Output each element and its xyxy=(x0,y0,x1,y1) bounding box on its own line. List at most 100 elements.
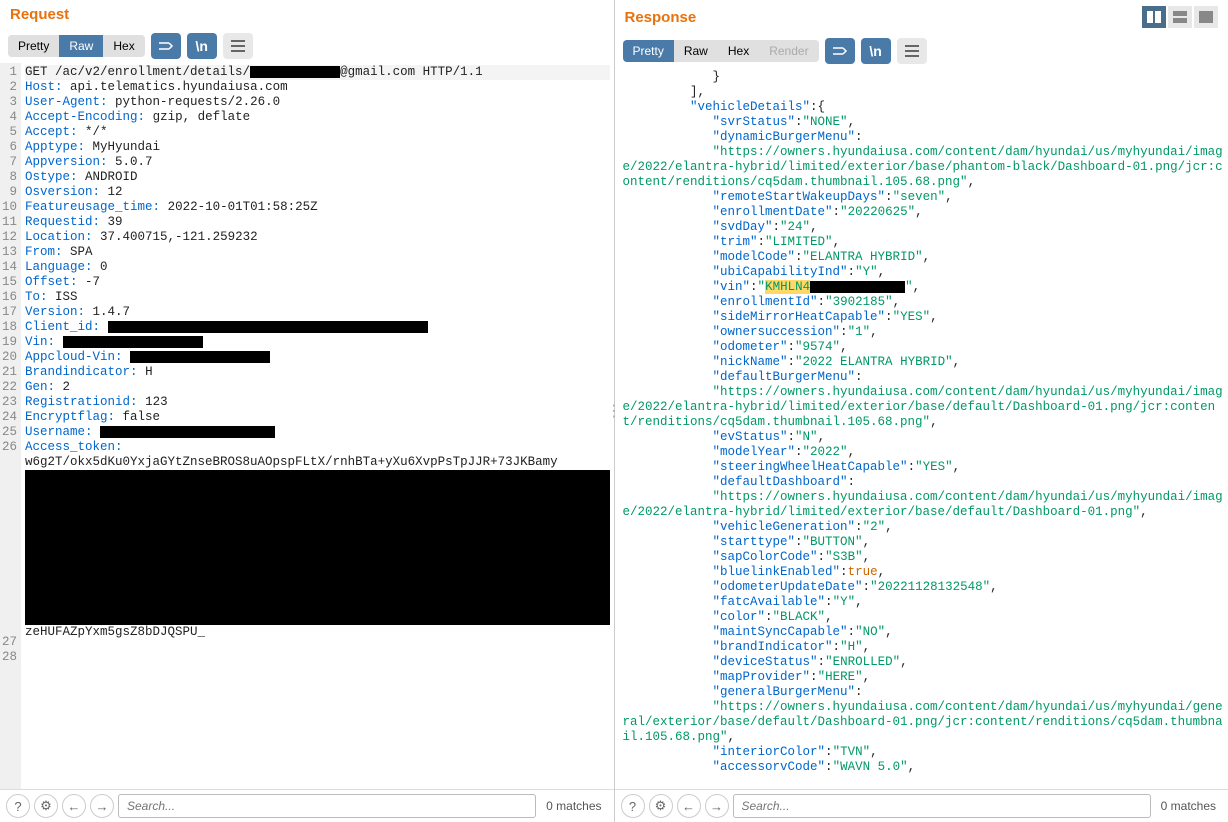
request-line-18: Client_id: xyxy=(25,320,609,335)
request-line-28 xyxy=(25,655,609,670)
request-menu-button[interactable] xyxy=(223,33,253,59)
single-icon xyxy=(1199,11,1213,23)
response-code-area[interactable]: } ], "vehicleDetails":{ "svrStatus":"NON… xyxy=(615,68,1228,789)
request-title: Request xyxy=(10,6,69,23)
request-code-area[interactable]: 1234567891011121314151617181920212223242… xyxy=(0,63,614,789)
gear-icon: ⚙ xyxy=(655,798,667,814)
response-json-line-21: "modelYear":"2022", xyxy=(623,445,1225,460)
request-line-1: GET /ac/v2/enrollment/details/@gmail.com… xyxy=(25,65,609,80)
layout-icons xyxy=(1142,6,1218,28)
request-line-8: Ostype: ANDROID xyxy=(25,170,609,185)
tab-pretty[interactable]: Pretty xyxy=(623,40,674,62)
tab-hex[interactable]: Hex xyxy=(718,40,759,62)
request-settings-button[interactable]: ⚙ xyxy=(34,794,58,818)
request-matches: 0 matches xyxy=(540,799,607,813)
tab-render: Render xyxy=(759,40,818,62)
help-icon: ? xyxy=(14,799,21,814)
request-line-5: Accept: */* xyxy=(25,125,609,140)
response-search-input[interactable] xyxy=(733,794,1151,818)
layout-split-button[interactable] xyxy=(1142,6,1166,28)
request-toolbar: PrettyRawHex \n xyxy=(0,29,614,63)
tab-hex[interactable]: Hex xyxy=(103,35,144,57)
request-line-14: Language: 0 xyxy=(25,260,609,275)
response-json-line-10: "modelCode":"ELANTRA HYBRID", xyxy=(623,250,1225,265)
response-json-line-4: "dynamicBurgerMenu": xyxy=(623,130,1225,145)
request-line-24: Encryptflag: false xyxy=(25,410,609,425)
response-json-line-16: "odometer":"9574", xyxy=(623,340,1225,355)
response-title: Response xyxy=(625,9,697,26)
response-json-line-37: "https://owners.hyundaiusa.com/content/d… xyxy=(623,700,1225,745)
response-json-line-19: "https://owners.hyundaiusa.com/content/d… xyxy=(623,385,1225,430)
response-json-line-28: "bluelinkEnabled":true, xyxy=(623,565,1225,580)
response-json-line-25: "vehicleGeneration":"2", xyxy=(623,520,1225,535)
request-tabs: PrettyRawHex xyxy=(8,35,145,57)
tab-raw[interactable]: Raw xyxy=(674,40,718,62)
request-next-button[interactable]: → xyxy=(90,794,114,818)
response-matches: 0 matches xyxy=(1155,799,1222,813)
hamburger-icon xyxy=(905,45,919,57)
request-line-17: Version: 1.4.7 xyxy=(25,305,609,320)
response-json-line-11: "ubiCapabilityInd":"Y", xyxy=(623,265,1225,280)
response-json-line-5: "https://owners.hyundaiusa.com/content/d… xyxy=(623,145,1225,190)
layout-horizontal-button[interactable] xyxy=(1168,6,1192,28)
request-line-9: Osversion: 12 xyxy=(25,185,609,200)
response-panel: Response PrettyRawHexRender \n } ], "veh… xyxy=(615,0,1228,822)
request-gutter: 1234567891011121314151617181920212223242… xyxy=(0,63,21,789)
tab-pretty[interactable]: Pretty xyxy=(8,35,59,57)
request-line-4: Accept-Encoding: gzip, deflate xyxy=(25,110,609,125)
request-footer: ? ⚙ ← → 0 matches xyxy=(0,789,614,822)
response-expand-button[interactable] xyxy=(825,38,855,64)
response-menu-button[interactable] xyxy=(897,38,927,64)
request-prev-button[interactable]: ← xyxy=(62,794,86,818)
request-line-25: Username: xyxy=(25,425,609,440)
response-json-line-26: "starttype":"BUTTON", xyxy=(623,535,1225,550)
chevron-left-icon: ← xyxy=(68,799,81,814)
response-json-line-8: "svdDay":"24", xyxy=(623,220,1225,235)
response-json-line-17: "nickName":"2022 ELANTRA HYBRID", xyxy=(623,355,1225,370)
wrap-arrows-icon xyxy=(158,40,174,52)
tab-raw[interactable]: Raw xyxy=(59,35,103,57)
response-json-line-2: "vehicleDetails":{ xyxy=(623,100,1225,115)
request-line-26: Access_token: w6g2T/okx5dKu0YxjaGYtZnseB… xyxy=(25,440,609,640)
response-json-line-18: "defaultBurgerMenu": xyxy=(623,370,1225,385)
hamburger-icon xyxy=(231,40,245,52)
horizontal-icon xyxy=(1173,11,1187,23)
request-line-16: To: ISS xyxy=(25,290,609,305)
request-line-27 xyxy=(25,640,609,655)
request-line-10: Featureusage_time: 2022-10-01T01:58:25Z xyxy=(25,200,609,215)
response-prev-button[interactable]: ← xyxy=(677,794,701,818)
response-toolbar: PrettyRawHexRender \n xyxy=(615,34,1228,68)
request-expand-button[interactable] xyxy=(151,33,181,59)
request-line-11: Requestid: 39 xyxy=(25,215,609,230)
response-help-button[interactable]: ? xyxy=(621,794,645,818)
request-line-13: From: SPA xyxy=(25,245,609,260)
gear-icon: ⚙ xyxy=(40,798,52,814)
request-line-7: Appversion: 5.0.7 xyxy=(25,155,609,170)
layout-single-button[interactable] xyxy=(1194,6,1218,28)
response-json-line-13: "enrollmentId":"3902185", xyxy=(623,295,1225,310)
request-newline-button[interactable]: \n xyxy=(187,33,217,59)
request-line-22: Gen: 2 xyxy=(25,380,609,395)
split-icon xyxy=(1147,11,1161,23)
response-json-line-0: } xyxy=(623,70,1225,85)
response-json-line-15: "ownersuccession":"1", xyxy=(623,325,1225,340)
request-line-23: Registrationid: 123 xyxy=(25,395,609,410)
chevron-left-icon: ← xyxy=(682,799,695,814)
request-line-20: Appcloud-Vin: xyxy=(25,350,609,365)
response-next-button[interactable]: → xyxy=(705,794,729,818)
request-code[interactable]: GET /ac/v2/enrollment/details/@gmail.com… xyxy=(21,63,613,789)
request-search-input[interactable] xyxy=(118,794,536,818)
response-json-line-3: "svrStatus":"NONE", xyxy=(623,115,1225,130)
response-newline-button[interactable]: \n xyxy=(861,38,891,64)
response-json-line-27: "sapColorCode":"S3B", xyxy=(623,550,1225,565)
response-settings-button[interactable]: ⚙ xyxy=(649,794,673,818)
request-help-button[interactable]: ? xyxy=(6,794,30,818)
request-line-3: User-Agent: python-requests/2.26.0 xyxy=(25,95,609,110)
response-json-line-7: "enrollmentDate":"20220625", xyxy=(623,205,1225,220)
response-code[interactable]: } ], "vehicleDetails":{ "svrStatus":"NON… xyxy=(615,68,1228,789)
chevron-right-icon: → xyxy=(710,799,723,814)
help-icon: ? xyxy=(629,799,636,814)
response-json-line-38: "interiorColor":"TVN", xyxy=(623,745,1225,760)
response-json-line-33: "brandIndicator":"H", xyxy=(623,640,1225,655)
request-line-21: Brandindicator: H xyxy=(25,365,609,380)
